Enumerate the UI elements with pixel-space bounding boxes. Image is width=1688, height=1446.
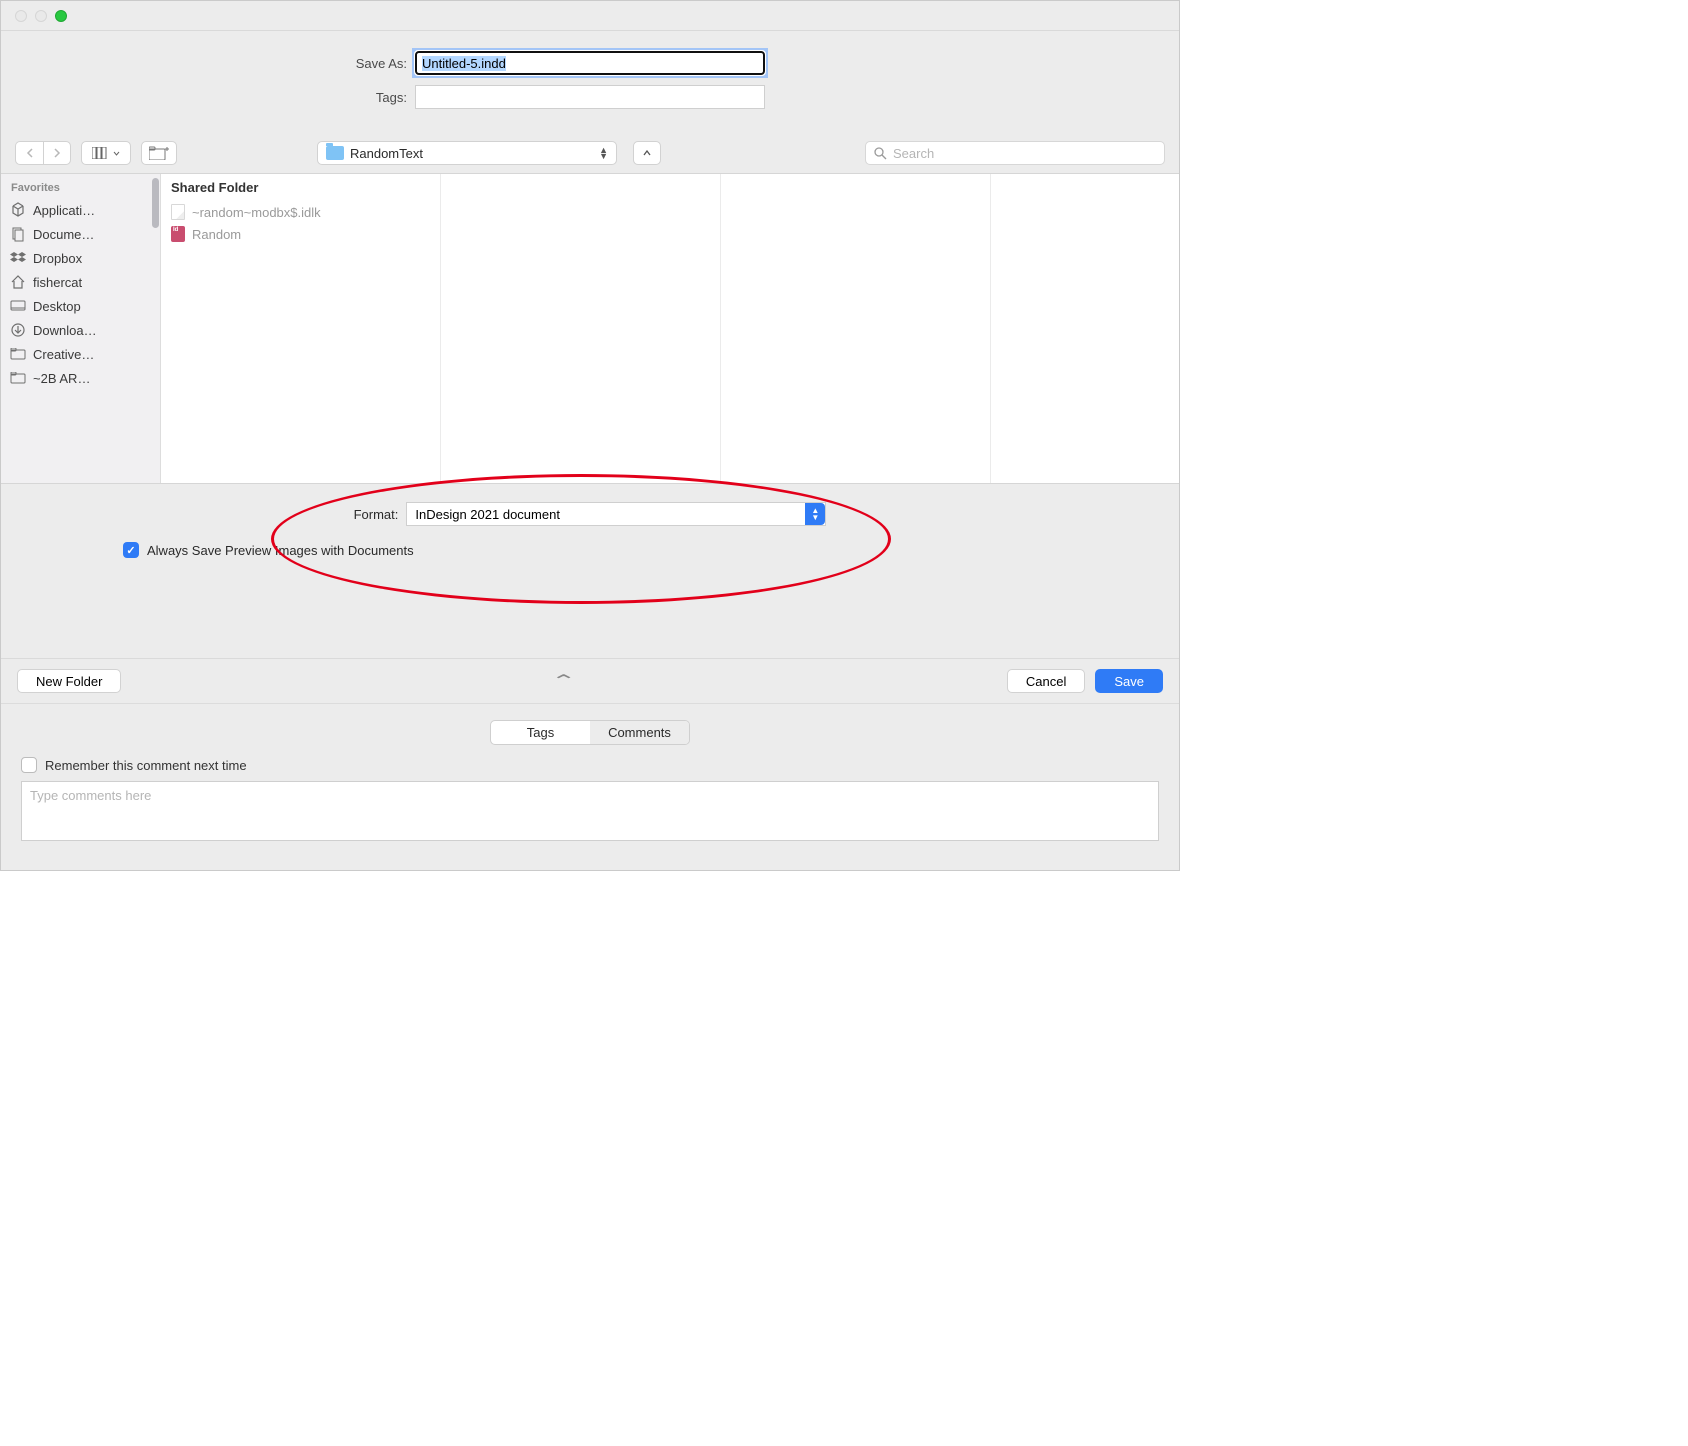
sidebar-section-header: Favorites: [1, 180, 160, 198]
remember-checkbox-row[interactable]: Remember this comment next time: [21, 757, 1159, 773]
tab-tags[interactable]: Tags: [491, 721, 590, 744]
sidebar-scrollbar[interactable]: [152, 178, 159, 228]
sidebar: Favorites Applicati… Docume… Dropbox fis…: [1, 174, 161, 483]
collapse-button[interactable]: [633, 141, 661, 165]
nav-forward-button[interactable]: [43, 141, 71, 165]
saveas-label: Save As:: [35, 56, 415, 71]
location-dropdown[interactable]: RandomText ▲▼: [317, 141, 617, 165]
file-column-2[interactable]: [441, 174, 721, 483]
folder-icon: [326, 146, 344, 160]
tags-label: Tags:: [35, 90, 415, 105]
home-icon: [9, 274, 27, 290]
annotation-ellipse: [271, 474, 891, 604]
tags-input[interactable]: [415, 85, 765, 109]
window-minimize-button[interactable]: [35, 10, 47, 22]
remember-checkbox-label: Remember this comment next time: [45, 758, 247, 773]
titlebar: [1, 1, 1179, 31]
save-dialog-window: Save As: Tags: RandomText: [0, 0, 1180, 871]
search-icon: [874, 147, 887, 160]
sidebar-item-downloads[interactable]: Downloa…: [1, 318, 160, 342]
column-view: Shared Folder ~random~modbx$.idlk Random: [161, 174, 1179, 483]
sidebar-item-documents[interactable]: Docume…: [1, 222, 160, 246]
preview-checkbox-label: Always Save Preview Images with Document…: [147, 543, 414, 558]
sidebar-item-creative[interactable]: Creative…: [1, 342, 160, 366]
nav-back-button[interactable]: [15, 141, 43, 165]
save-button[interactable]: Save: [1095, 669, 1163, 693]
column-header: Shared Folder: [161, 174, 440, 201]
sidebar-item-home[interactable]: fishercat: [1, 270, 160, 294]
updown-arrows-icon: ▲▼: [599, 147, 608, 159]
format-label: Format:: [354, 507, 399, 522]
comments-panel: Tags Comments Remember this comment next…: [1, 703, 1179, 870]
indesign-file-icon: [171, 226, 185, 242]
window-maximize-button[interactable]: [55, 10, 67, 22]
documents-icon: [9, 226, 27, 242]
sidebar-item-label: fishercat: [33, 275, 82, 290]
applications-icon: [9, 202, 27, 218]
segmented-control: Tags Comments: [490, 720, 690, 745]
browser-toolbar: RandomText ▲▼: [1, 133, 1179, 174]
columns-icon: [92, 147, 110, 159]
file-column-1[interactable]: Shared Folder ~random~modbx$.idlk Random: [161, 174, 441, 483]
sidebar-item-label: Desktop: [33, 299, 81, 314]
sidebar-item-label: Downloa…: [33, 323, 97, 338]
location-folder-name: RandomText: [350, 146, 593, 161]
sidebar-item-desktop[interactable]: Desktop: [1, 294, 160, 318]
updown-arrows-icon: ▲▼: [805, 503, 825, 525]
desktop-icon: [9, 298, 27, 314]
folder-icon: [9, 370, 27, 386]
folder-icon: [9, 346, 27, 362]
dialog-footer: New Folder ⌃ Cancel Save: [1, 658, 1179, 703]
file-row[interactable]: ~random~modbx$.idlk: [161, 201, 440, 223]
search-box[interactable]: [865, 141, 1165, 165]
sidebar-item-label: Dropbox: [33, 251, 82, 266]
remember-checkbox[interactable]: [21, 757, 37, 773]
chevron-down-icon: [113, 151, 120, 156]
cancel-button[interactable]: Cancel: [1007, 669, 1085, 693]
sidebar-item-applications[interactable]: Applicati…: [1, 198, 160, 222]
sidebar-item-label: Creative…: [33, 347, 94, 362]
sidebar-item-label: Applicati…: [33, 203, 95, 218]
search-input[interactable]: [893, 146, 1156, 161]
file-row[interactable]: Random: [161, 223, 440, 245]
file-browser: Favorites Applicati… Docume… Dropbox fis…: [1, 174, 1179, 484]
new-folder-button[interactable]: New Folder: [17, 669, 121, 693]
new-folder-icon-button[interactable]: [141, 141, 177, 165]
sidebar-item-dropbox[interactable]: Dropbox: [1, 246, 160, 270]
folder-plus-icon: [149, 146, 169, 160]
file-column-3[interactable]: [721, 174, 991, 483]
downloads-icon: [9, 322, 27, 338]
sidebar-item-label: Docume…: [33, 227, 94, 242]
preview-checkbox-row[interactable]: ✓ Always Save Preview Images with Docume…: [1, 542, 1179, 558]
chevron-up-icon: [643, 150, 651, 156]
file-icon: [171, 204, 185, 220]
comments-textarea[interactable]: [21, 781, 1159, 841]
window-close-button[interactable]: [15, 10, 27, 22]
preview-checkbox[interactable]: ✓: [123, 542, 139, 558]
format-value: InDesign 2021 document: [415, 507, 560, 522]
sidebar-item-label: ~2B AR…: [33, 371, 90, 386]
sidebar-item-2bar[interactable]: ~2B AR…: [1, 366, 160, 390]
save-form: Save As: Tags:: [1, 31, 1179, 133]
view-mode-button[interactable]: [81, 141, 131, 165]
dropbox-icon: [9, 250, 27, 266]
file-name: Random: [192, 227, 241, 242]
resize-grip-icon[interactable]: ⌃: [551, 671, 578, 691]
file-name: ~random~modbx$.idlk: [192, 205, 321, 220]
saveas-input[interactable]: [415, 51, 765, 75]
format-area: Format: InDesign 2021 document ▲▼ ✓ Alwa…: [1, 484, 1179, 658]
tab-comments[interactable]: Comments: [590, 721, 689, 744]
format-dropdown[interactable]: InDesign 2021 document ▲▼: [406, 502, 826, 526]
